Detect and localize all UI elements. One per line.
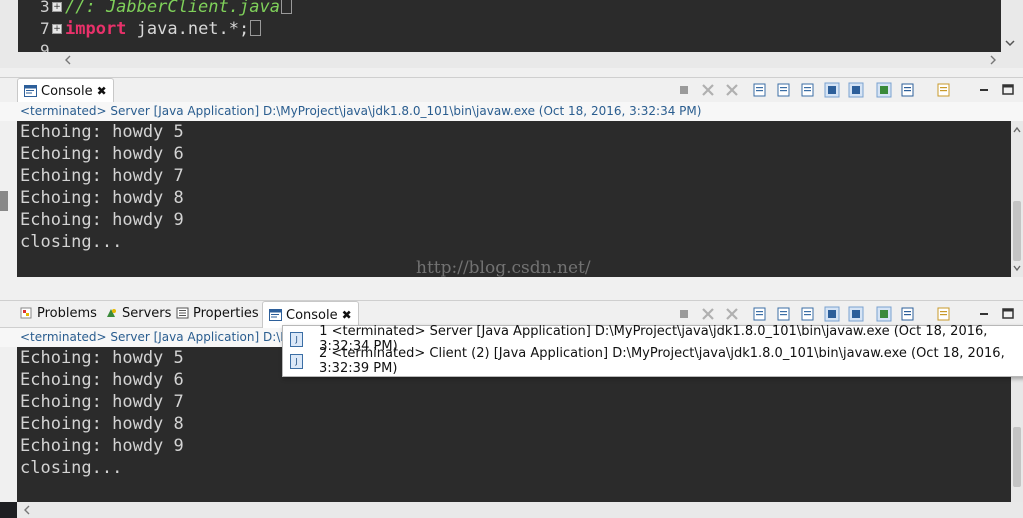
line-number: 3: [40, 0, 50, 16]
tab-console[interactable]: Console ✖: [17, 78, 114, 103]
console-line: Echoing: howdy 6: [20, 370, 184, 390]
console-icon: [24, 85, 37, 97]
tab-servers[interactable]: Servers: [105, 301, 171, 325]
show-on-stderr-icon[interactable]: [848, 306, 864, 322]
scroll-right-arrow-icon[interactable]: [987, 54, 999, 66]
watermark-text: http://blog.csdn.net/: [416, 258, 591, 278]
scroll-lock-icon[interactable]: [776, 306, 792, 322]
console-line: Echoing: howdy 7: [20, 166, 184, 186]
properties-icon: [176, 307, 189, 319]
java-app-icon: J: [290, 353, 304, 369]
scroll-up-arrow-icon[interactable]: [1012, 125, 1022, 135]
close-icon[interactable]: ✖: [342, 308, 352, 322]
scrollbar-thumb[interactable]: [1013, 201, 1021, 261]
left-trim: [0, 347, 17, 502]
terminate-icon[interactable]: [676, 306, 692, 322]
menu-item-console-2[interactable]: J 2 <terminated> Client (2) [Java Applic…: [283, 346, 1023, 376]
display-console-icon[interactable]: [900, 306, 916, 322]
console-process-label: <terminated> Server [Java Application] D…: [0, 328, 283, 347]
trim-marker: [0, 191, 8, 211]
close-icon[interactable]: ✖: [97, 84, 107, 98]
console-line: Echoing: howdy 8: [20, 188, 184, 208]
console-horizontal-scrollbar[interactable]: [17, 502, 1023, 518]
show-on-stdout-icon[interactable]: [824, 82, 840, 98]
console-line: Echoing: howdy 6: [20, 144, 184, 164]
line-number-gutter: 3 + 7 + 9: [18, 0, 63, 60]
tab-label: Servers: [122, 305, 172, 321]
display-console-menu: J 1 <terminated> Server [Java Applicatio…: [282, 324, 1023, 377]
tab-label: Console: [286, 307, 338, 323]
pin-console-icon[interactable]: [876, 82, 892, 98]
problems-icon: [20, 307, 32, 319]
console-toolbar: [676, 82, 1021, 98]
scrollbar-thumb[interactable]: [1013, 427, 1021, 487]
remove-all-terminated-icon[interactable]: [724, 306, 740, 322]
comment-text: //: JabberClient.java: [65, 0, 280, 17]
scroll-left-arrow-icon[interactable]: [21, 504, 33, 516]
code-line: //: JabberClient.java: [65, 0, 292, 17]
minimize-icon[interactable]: [976, 306, 992, 322]
code-line: import java.net.*;: [65, 19, 262, 39]
console-line: Echoing: howdy 7: [20, 392, 184, 412]
fold-expand-icon[interactable]: +: [52, 24, 62, 34]
code-editor[interactable]: 3 + 7 + 9 //: JabberClient.java import j…: [0, 0, 1023, 68]
remove-all-terminated-icon[interactable]: [724, 82, 740, 98]
console-line: Echoing: howdy 9: [20, 210, 184, 230]
code-text: java.net.*;: [126, 19, 250, 39]
sash[interactable]: [0, 277, 1023, 300]
scroll-left-arrow-icon[interactable]: [62, 54, 74, 66]
tab-label: Problems: [37, 305, 97, 321]
scroll-lock-icon[interactable]: [776, 82, 792, 98]
folded-marker: [250, 20, 262, 36]
tab-label: Console: [41, 83, 93, 99]
tab-problems[interactable]: Problems: [20, 301, 97, 325]
pin-console-icon[interactable]: [876, 306, 892, 322]
keyword-text: import: [65, 19, 127, 39]
console-line: Echoing: howdy 8: [20, 414, 184, 434]
editor-horizontal-scrollbar[interactable]: [18, 52, 1001, 68]
remove-launch-icon[interactable]: [700, 306, 716, 322]
sash[interactable]: [0, 68, 1023, 77]
fold-expand-icon[interactable]: +: [52, 2, 62, 12]
top-console-tabbar: Console ✖: [0, 77, 1023, 103]
open-console-icon[interactable]: [936, 306, 952, 322]
scroll-down-arrow-icon[interactable]: [1012, 263, 1022, 273]
left-trim: [0, 121, 17, 277]
clear-console-icon[interactable]: [752, 306, 768, 322]
line-number: 7: [40, 19, 50, 38]
maximize-icon[interactable]: [1000, 82, 1016, 98]
maximize-icon[interactable]: [1000, 306, 1016, 322]
word-wrap-icon[interactable]: [800, 306, 816, 322]
console-line: closing...: [20, 232, 123, 252]
console-toolbar: [676, 306, 1021, 322]
servers-icon: [107, 309, 116, 317]
show-on-stderr-icon[interactable]: [848, 82, 864, 98]
console-line: Echoing: howdy 9: [20, 436, 184, 456]
code-area[interactable]: //: JabberClient.java import java.net.*;: [63, 0, 1001, 52]
editor-vertical-scrollbar[interactable]: [1001, 0, 1019, 52]
console-line: closing...: [20, 458, 123, 478]
minimize-icon[interactable]: [976, 82, 992, 98]
menu-item-label: 2 <terminated> Client (2) [Java Applicat…: [319, 346, 1005, 376]
terminate-icon[interactable]: [676, 82, 692, 98]
console-output[interactable]: Echoing: howdy 5 Echoing: howdy 6 Echoin…: [17, 121, 1011, 277]
console-process-label: <terminated> Server [Java Application] D…: [0, 102, 1023, 121]
java-app-icon: J: [290, 331, 304, 347]
open-console-icon[interactable]: [936, 82, 952, 98]
word-wrap-icon[interactable]: [800, 82, 816, 98]
tab-label: Properties: [193, 305, 259, 321]
console-icon: [269, 309, 282, 321]
folded-marker: [280, 0, 292, 14]
console-line: Echoing: howdy 5: [20, 122, 184, 142]
console-line: Echoing: howdy 5: [20, 348, 184, 368]
console-vertical-scrollbar[interactable]: [1011, 121, 1023, 277]
scroll-down-arrow-icon[interactable]: [1001, 0, 1019, 52]
remove-launch-icon[interactable]: [700, 82, 716, 98]
tab-properties[interactable]: Properties: [176, 301, 259, 325]
clear-console-icon[interactable]: [752, 82, 768, 98]
show-on-stdout-icon[interactable]: [824, 306, 840, 322]
display-console-icon[interactable]: [900, 82, 916, 98]
